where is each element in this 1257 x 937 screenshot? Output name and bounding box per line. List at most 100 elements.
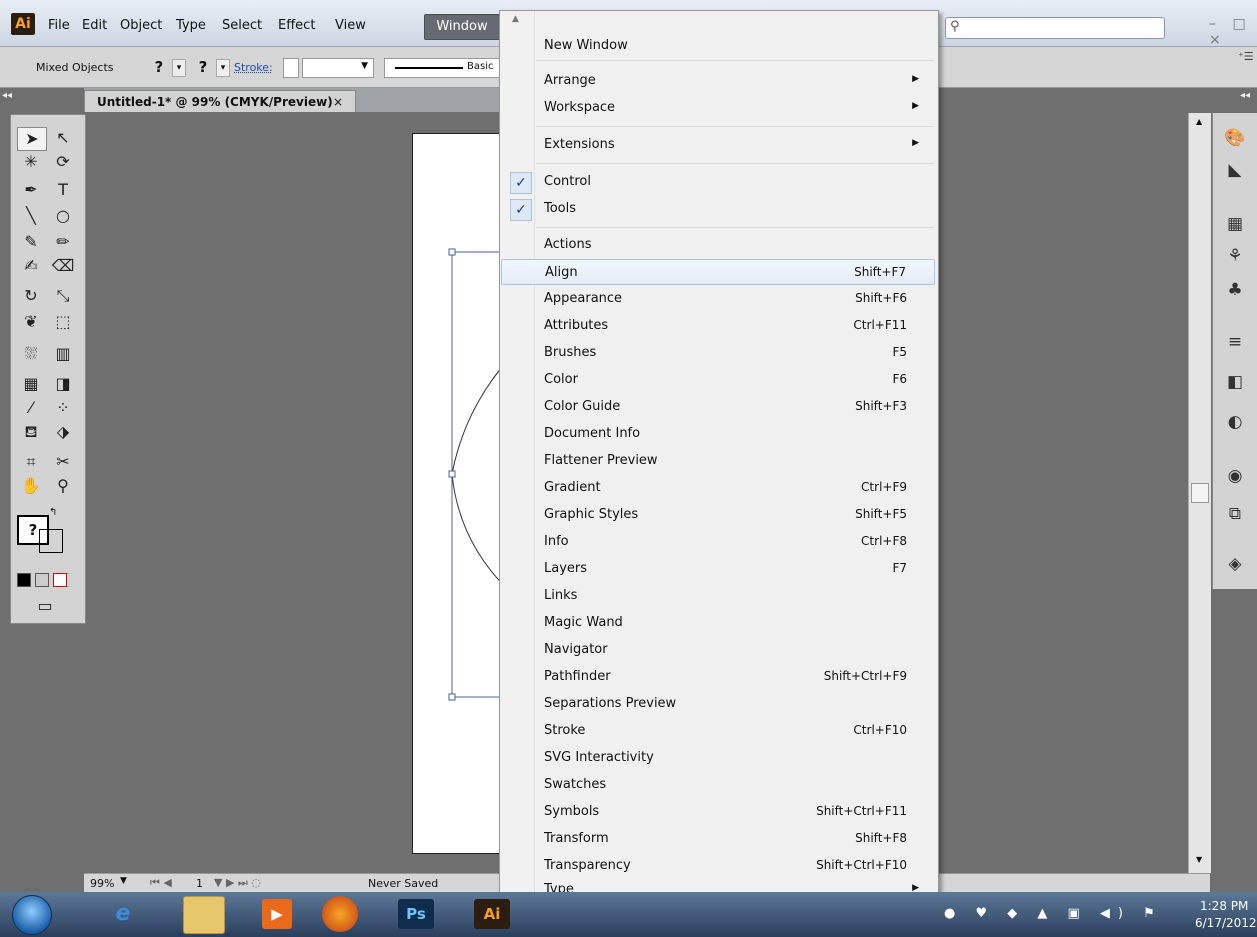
menu-item-stroke[interactable]: Stroke Ctrl+F10 bbox=[501, 718, 935, 744]
artboard-tool-icon[interactable]: ⌗ bbox=[17, 451, 45, 473]
media-player-icon[interactable]: ▶ bbox=[262, 899, 292, 929]
menu-item-extensions[interactable]: Extensions ▶ bbox=[501, 132, 935, 158]
menu-item-color[interactable]: Color F6 bbox=[501, 367, 935, 393]
firefox-icon[interactable] bbox=[322, 896, 358, 932]
selection-tool-icon[interactable]: ➤ bbox=[17, 127, 47, 151]
panel-menu-icon[interactable]: ⁺☰ bbox=[1238, 50, 1254, 63]
fill-stroke-indicator[interactable]: ? ↰ bbox=[17, 507, 67, 563]
menu-item-separations-preview[interactable]: Separations Preview bbox=[501, 691, 935, 717]
menu-item-gradient[interactable]: Gradient Ctrl+F9 bbox=[501, 475, 935, 501]
symbols-panel-icon[interactable]: ♣ bbox=[1221, 277, 1249, 303]
menu-item-control[interactable]: ✓ Control bbox=[501, 169, 935, 195]
color-panel-icon[interactable]: 🎨 bbox=[1221, 125, 1249, 151]
collapse-right-icon[interactable]: ◂◂ bbox=[1240, 90, 1250, 101]
gradient-panel-icon[interactable]: ◧ bbox=[1221, 369, 1249, 395]
menu-item-flattener-preview[interactable]: Flattener Preview bbox=[501, 448, 935, 474]
warp-tool-icon[interactable]: ❦ bbox=[17, 311, 45, 333]
window-controls[interactable]: – □ × bbox=[1209, 16, 1257, 48]
gradient-tool-icon[interactable]: ◨ bbox=[49, 373, 77, 395]
chevron-down-icon[interactable]: ▼ bbox=[120, 876, 127, 886]
vertical-scrollbar[interactable]: ▲ ▼ bbox=[1188, 113, 1211, 873]
fill-dropdown-arrow-icon[interactable]: ▾ bbox=[172, 59, 186, 77]
stroke-swatch-icon[interactable] bbox=[39, 529, 63, 553]
menu-item-arrange[interactable]: Arrange ▶ bbox=[501, 68, 935, 94]
artboard-number-field[interactable]: 1 bbox=[196, 877, 203, 890]
first-previous-artboard-icon[interactable]: ⏮ ◀ bbox=[150, 876, 172, 890]
slice-tool-icon[interactable]: ✂ bbox=[49, 451, 77, 473]
file-explorer-icon[interactable] bbox=[183, 896, 225, 934]
gradient-mode-icon[interactable] bbox=[35, 573, 49, 587]
stroke-label[interactable]: Stroke: bbox=[234, 61, 273, 74]
zoom-tool-icon[interactable]: ⚲ bbox=[49, 475, 77, 497]
menu-file[interactable]: File bbox=[48, 18, 70, 33]
menu-item-brushes[interactable]: Brushes F5 bbox=[501, 340, 935, 366]
menu-item-symbols[interactable]: Symbols Shift+Ctrl+F11 bbox=[501, 799, 935, 825]
pencil-tool-icon[interactable]: ✏ bbox=[49, 231, 77, 253]
menu-edit[interactable]: Edit bbox=[82, 18, 107, 33]
menu-item-links[interactable]: Links bbox=[501, 583, 935, 609]
menu-item-appearance[interactable]: Appearance Shift+F6 bbox=[501, 286, 935, 312]
eyedropper-tool-icon[interactable]: ⁄ bbox=[17, 397, 45, 419]
stroke-swatch[interactable]: ? bbox=[192, 57, 214, 77]
close-icon[interactable]: × bbox=[333, 91, 343, 113]
clock-date[interactable]: 6/17/2012 bbox=[1195, 916, 1257, 930]
internet-explorer-icon[interactable]: e bbox=[100, 896, 146, 932]
menu-scroll-up-icon[interactable]: ▲ bbox=[512, 14, 519, 24]
screen-mode-icon[interactable]: ▭ bbox=[31, 595, 59, 617]
help-search-input[interactable]: ⚲ bbox=[945, 17, 1165, 39]
eraser-tool-icon[interactable]: ⌫ bbox=[49, 255, 77, 277]
ellipse-tool-icon[interactable]: ○ bbox=[49, 205, 77, 227]
menu-item-transparency[interactable]: Transparency Shift+Ctrl+F10 bbox=[501, 853, 935, 879]
menu-select[interactable]: Select bbox=[222, 18, 262, 33]
document-tab[interactable]: Untitled-1* @ 99% (CMYK/Preview) × bbox=[84, 90, 356, 112]
menu-item-info[interactable]: Info Ctrl+F8 bbox=[501, 529, 935, 555]
next-last-artboard-icon[interactable]: ▼ ▶ ⏭ ◌ bbox=[214, 876, 261, 890]
start-button[interactable] bbox=[12, 895, 52, 935]
direct-selection-tool-icon[interactable]: ↖ bbox=[49, 127, 77, 149]
color-mode-icon[interactable] bbox=[17, 573, 31, 587]
zoom-level-select[interactable]: 99% bbox=[90, 877, 114, 890]
illustrator-taskbar-button[interactable]: Ai bbox=[474, 899, 510, 929]
menu-effect[interactable]: Effect bbox=[278, 18, 315, 33]
none-mode-icon[interactable] bbox=[53, 573, 67, 587]
free-transform-tool-icon[interactable]: ⬚ bbox=[49, 311, 77, 333]
live-paint-selection-tool-icon[interactable]: ⬗ bbox=[49, 421, 77, 443]
menu-item-transform[interactable]: Transform Shift+F8 bbox=[501, 826, 935, 852]
layers-panel-icon[interactable]: ◈ bbox=[1221, 551, 1249, 577]
lasso-tool-icon[interactable]: ⟳ bbox=[49, 151, 77, 173]
appearance-panel-icon[interactable]: ◉ bbox=[1221, 463, 1249, 489]
stroke-dropdown-arrow-icon[interactable]: ▾ bbox=[216, 59, 230, 77]
menu-window[interactable]: Window bbox=[424, 14, 500, 40]
menu-item-swatches[interactable]: Swatches bbox=[501, 772, 935, 798]
menu-item-svg-interactivity[interactable]: SVG Interactivity bbox=[501, 745, 935, 771]
clock-time[interactable]: 1:28 PM bbox=[1200, 899, 1248, 913]
brushes-panel-icon[interactable]: ⚘ bbox=[1221, 243, 1249, 269]
brush-definition-select[interactable]: Basic bbox=[384, 58, 500, 78]
graphic-styles-panel-icon[interactable]: ⧉ bbox=[1221, 501, 1249, 527]
menu-view[interactable]: View bbox=[335, 18, 366, 33]
document-status[interactable]: Never Saved bbox=[368, 877, 438, 890]
symbol-sprayer-tool-icon[interactable]: ⛆ bbox=[17, 343, 45, 365]
menu-item-align[interactable]: Align Shift+F7 bbox=[501, 259, 935, 285]
rotate-tool-icon[interactable]: ↻ bbox=[17, 285, 45, 307]
swatches-panel-icon[interactable]: ▦ bbox=[1221, 211, 1249, 237]
type-tool-icon[interactable]: T bbox=[49, 179, 77, 201]
system-tray-icons[interactable]: ● ♥ ◆ ▲ ▣ ◀) ⚑ bbox=[944, 906, 1163, 921]
menu-item-navigator[interactable]: Navigator bbox=[501, 637, 935, 663]
paintbrush-tool-icon[interactable]: ✎ bbox=[17, 231, 45, 253]
stroke-weight-stepper[interactable] bbox=[283, 58, 299, 78]
stroke-weight-select[interactable]: ▼ bbox=[302, 58, 374, 78]
hand-tool-icon[interactable]: ✋ bbox=[17, 475, 45, 497]
blend-tool-icon[interactable]: ⁘ bbox=[49, 397, 77, 419]
menu-item-magic-wand[interactable]: Magic Wand bbox=[501, 610, 935, 636]
collapse-left-icon[interactable]: ◂◂ bbox=[2, 90, 12, 101]
menu-type[interactable]: Type bbox=[176, 18, 206, 33]
live-paint-bucket-tool-icon[interactable]: ⛾ bbox=[17, 421, 45, 443]
menu-object[interactable]: Object bbox=[120, 18, 162, 33]
scale-tool-icon[interactable]: ⤡ bbox=[49, 285, 77, 307]
magic-wand-tool-icon[interactable]: ✳ bbox=[17, 151, 45, 173]
transparency-panel-icon[interactable]: ◐ bbox=[1221, 409, 1249, 435]
menu-item-actions[interactable]: Actions bbox=[501, 232, 935, 258]
menu-item-workspace[interactable]: Workspace ▶ bbox=[501, 95, 935, 121]
menu-item-new-window[interactable]: New Window bbox=[501, 33, 935, 59]
